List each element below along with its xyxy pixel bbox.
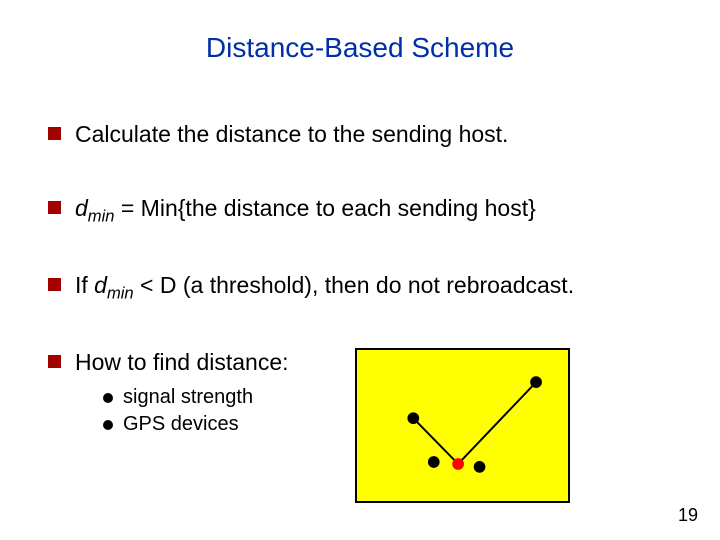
page-number: 19 [678, 505, 698, 526]
sub-bullet-text: signal strength [123, 384, 253, 411]
bullet-item: If dmin < D (a threshold), then do not r… [48, 271, 672, 304]
diagram-edge [458, 382, 536, 464]
diagram-svg [357, 350, 568, 501]
bullet-item: dmin = Min{the distance to each sending … [48, 194, 672, 227]
bullet-text-rest: = Min{the distance to each sending host} [114, 195, 535, 221]
var-sub-min: min [107, 284, 134, 303]
square-bullet-icon [48, 201, 61, 214]
var-d: d [75, 195, 88, 221]
dot-bullet-icon [103, 420, 113, 430]
bullet-text: If dmin < D (a threshold), then do not r… [75, 271, 672, 304]
sub-bullet-text: GPS devices [123, 411, 239, 438]
bullet-text-main: How to find distance: [75, 349, 289, 375]
bullet-item: Calculate the distance to the sending ho… [48, 120, 672, 150]
square-bullet-icon [48, 355, 61, 368]
bullet-text-rest: < D (a threshold), then do not rebroadca… [134, 272, 574, 298]
var-d: d [94, 272, 107, 298]
diagram-node [428, 456, 440, 468]
dot-bullet-icon [103, 393, 113, 403]
slide-title: Distance-Based Scheme [0, 32, 720, 64]
var-sub-min: min [88, 206, 115, 225]
bullet-text: Calculate the distance to the sending ho… [75, 120, 672, 150]
bullet-text-pre: If [75, 272, 94, 298]
square-bullet-icon [48, 278, 61, 291]
diagram-node [474, 461, 486, 473]
slide: Distance-Based Scheme Calculate the dist… [0, 0, 720, 540]
diagram-node [452, 458, 464, 470]
diagram-node [530, 376, 542, 388]
square-bullet-icon [48, 127, 61, 140]
bullet-text: dmin = Min{the distance to each sending … [75, 194, 672, 227]
diagram-node [407, 412, 419, 424]
network-diagram [355, 348, 570, 503]
